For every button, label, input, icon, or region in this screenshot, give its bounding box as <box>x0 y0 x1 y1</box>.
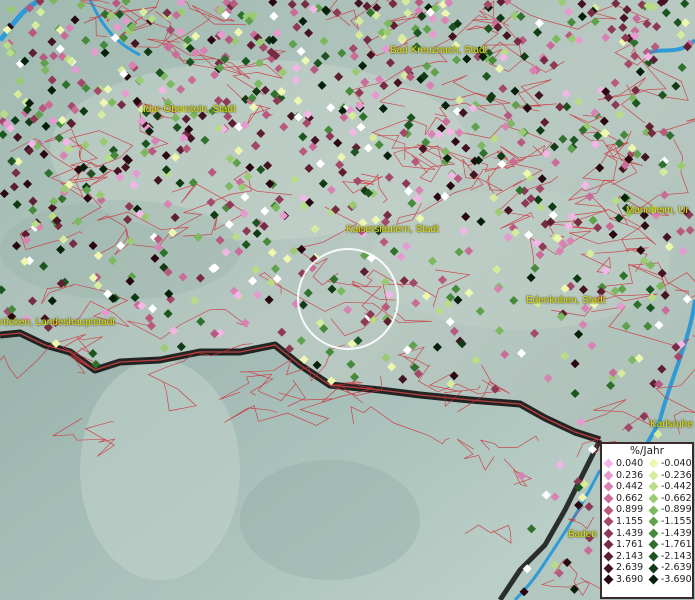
legend-row: 0.040 -0.040 <box>602 458 692 470</box>
legend-swatch <box>648 516 659 527</box>
legend-entry: -0.236 <box>647 470 692 482</box>
legend-label: -0.236 <box>661 469 692 481</box>
legend-entry: 0.899 <box>602 504 647 516</box>
legend-entry: -1.439 <box>647 528 692 540</box>
legend-entry: 1.439 <box>602 528 647 540</box>
legend-entry: -0.442 <box>647 481 692 493</box>
place-label-idar-oberstein: Idar-Oberstein, Stadt <box>143 104 236 115</box>
legend-label: 0.442 <box>616 481 644 493</box>
legend-label: -1.155 <box>661 515 692 527</box>
legend-row: 1.439 -1.439 <box>602 528 692 540</box>
legend-swatch <box>603 574 614 585</box>
legend-label: 0.236 <box>616 469 644 481</box>
legend-label: 1.439 <box>616 527 644 539</box>
legend-swatch <box>648 540 659 550</box>
legend-swatch <box>648 493 659 504</box>
legend-entry: -2.639 <box>647 562 692 574</box>
legend-entry: 1.155 <box>602 516 647 528</box>
legend-label: 0.899 <box>616 504 644 516</box>
legend-label: -0.040 <box>661 458 692 469</box>
legend-label: -1.761 <box>661 539 692 551</box>
legend-entry: -1.761 <box>647 539 692 551</box>
legend-swatch <box>603 482 614 492</box>
legend-label: 1.155 <box>616 515 644 527</box>
legend-swatch <box>603 551 614 562</box>
legend-label: 3.690 <box>616 573 644 585</box>
legend-swatch <box>648 458 659 469</box>
place-label-baden: Baden <box>568 529 597 540</box>
legend-swatch <box>603 458 614 469</box>
legend-entry: 3.690 <box>602 574 647 586</box>
legend-label: -0.442 <box>661 481 692 493</box>
legend-swatch <box>648 551 659 562</box>
legend-entry: 1.761 <box>602 539 647 551</box>
legend-label: -1.439 <box>661 527 692 539</box>
legend-label: -0.662 <box>661 492 692 504</box>
legend-row: 0.662 -0.662 <box>602 493 692 505</box>
place-label-mannheim: Mannheim, Ur <box>626 205 689 216</box>
place-label-edenkoben: Edenkoben, Stadt <box>526 295 606 306</box>
legend-label: 2.639 <box>616 562 644 574</box>
legend-label: -3.690 <box>661 573 692 585</box>
legend-row: 0.899 -0.899 <box>602 504 692 516</box>
legend-swatch <box>603 516 614 527</box>
place-label-kaiserslautern: Kaiserslautern, Stadt <box>346 224 439 235</box>
legend-row: 3.690 -3.690 <box>602 574 692 586</box>
legend-swatch <box>648 574 659 585</box>
legend-swatch <box>648 482 659 492</box>
legend-swatch <box>648 470 659 481</box>
legend-swatch <box>603 563 614 574</box>
legend-title: %/Jahr <box>629 445 665 457</box>
legend-swatch <box>603 528 614 539</box>
place-label-bad-kreuznach: Bad Kreuznach, Stadt <box>390 45 488 56</box>
place-label-saarbruecken: rücken, Landeshauptstadt <box>0 317 116 328</box>
legend-label: 0.662 <box>616 492 644 504</box>
legend-label: 0.040 <box>616 458 644 469</box>
legend-rows: 0.040 -0.040 0.236 -0.236 0.442 -0.442 0.662 -0… <box>602 458 692 586</box>
legend-label: -2.143 <box>661 550 692 562</box>
legend-entry: 0.442 <box>602 481 647 493</box>
legend-row: 2.639 -2.639 <box>602 562 692 574</box>
place-label-karlsruhe: Karlsruhe <box>650 419 693 430</box>
map-view[interactable]: Bad Kreuznach, Stadt Idar-Oberstein, Sta… <box>0 0 695 600</box>
legend-label: -0.899 <box>661 504 692 516</box>
legend-row: 1.155 -1.155 <box>602 516 692 528</box>
legend-entry: -2.143 <box>647 551 692 563</box>
legend-row: 0.236 -0.236 <box>602 470 692 482</box>
legend-entry: -1.155 <box>647 516 692 528</box>
legend-entry: -0.899 <box>647 504 692 516</box>
legend-row: 0.442 -0.442 <box>602 481 692 493</box>
legend-entry: 0.662 <box>602 493 647 505</box>
legend-row: 2.143 -2.143 <box>602 551 692 563</box>
legend-entry: -0.662 <box>647 493 692 505</box>
map-legend: %/Jahr 0.040 -0.040 0.236 -0.236 0.442 -0.442… <box>600 442 694 599</box>
legend-entry: 0.236 <box>602 470 647 482</box>
legend-swatch <box>603 493 614 504</box>
legend-row: 1.761 -1.761 <box>602 539 692 551</box>
legend-swatch <box>603 505 614 516</box>
legend-entry: 2.639 <box>602 562 647 574</box>
legend-swatch <box>603 540 614 550</box>
legend-entry: -0.040 <box>647 458 692 470</box>
legend-entry: 0.040 <box>602 458 647 470</box>
legend-entry: -3.690 <box>647 574 692 586</box>
legend-label: 1.761 <box>616 539 644 551</box>
legend-entry: 2.143 <box>602 551 647 563</box>
legend-swatch <box>648 528 659 539</box>
legend-label: 2.143 <box>616 550 644 562</box>
legend-swatch <box>648 505 659 516</box>
legend-swatch <box>648 563 659 574</box>
legend-swatch <box>603 470 614 481</box>
legend-label: -2.639 <box>661 562 692 574</box>
